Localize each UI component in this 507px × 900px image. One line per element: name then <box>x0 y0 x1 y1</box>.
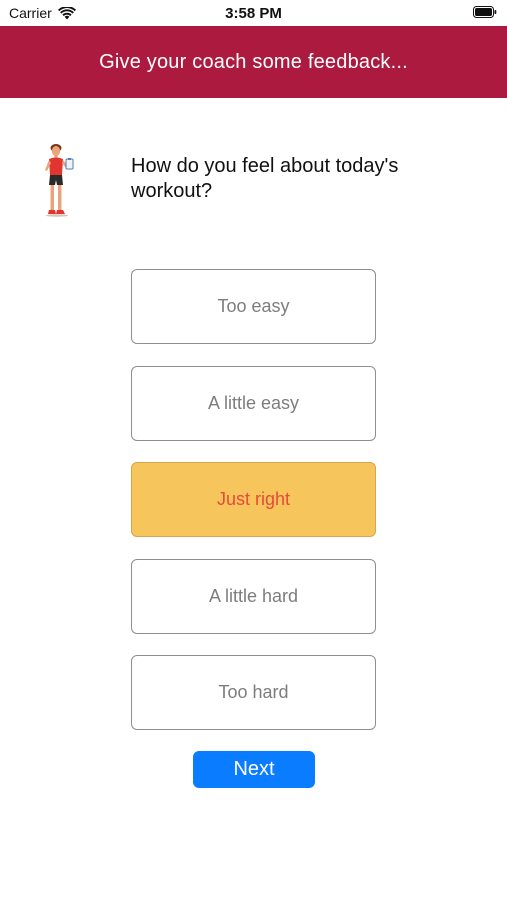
option-a-little-easy[interactable]: A little easy <box>131 366 376 441</box>
coach-with-clipboard-icon <box>45 144 74 217</box>
option-label: A little hard <box>208 586 299 606</box>
option-label: Just right <box>216 489 291 509</box>
option-too-easy[interactable]: Too easy <box>131 269 376 344</box>
option-a-little-hard[interactable]: A little hard <box>131 559 376 634</box>
option-label: A little easy <box>207 393 300 413</box>
question-text: How do you feel about today's workout? <box>131 155 399 202</box>
status-time: 3:58 PM <box>225 5 282 22</box>
next-button-label: Next <box>233 758 275 780</box>
option-label: Too easy <box>217 296 290 316</box>
option-too-hard[interactable]: Too hard <box>131 655 376 730</box>
header-bar: Give your coach some feedback... <box>0 26 507 98</box>
feedback-screen: Carrier 3:58 PM Give your coach some fee… <box>0 0 507 900</box>
option-just-right[interactable]: Just right <box>131 462 376 537</box>
battery-icon <box>473 6 497 18</box>
next-button[interactable]: Next <box>193 751 315 788</box>
status-bar: Carrier 3:58 PM <box>0 0 507 26</box>
header-title: Give your coach some feedback... <box>99 50 408 73</box>
option-label: Too hard <box>218 682 289 702</box>
